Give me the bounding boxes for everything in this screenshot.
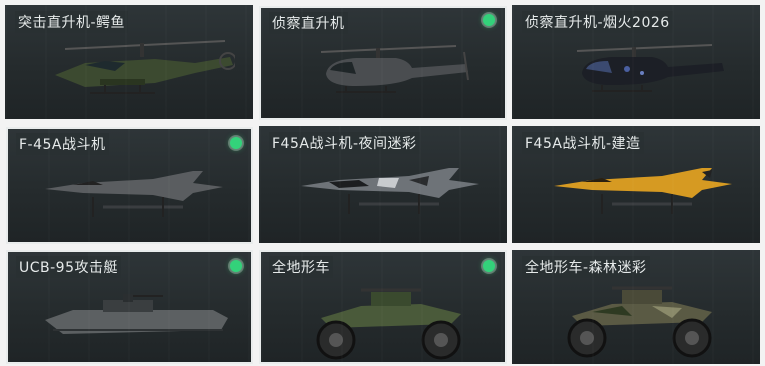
vehicle-card-atv-forest-camo[interactable]: 全地形车-森林迷彩 — [512, 250, 760, 364]
vehicle-card-label: UCB-95攻击艇 — [16, 256, 121, 278]
vehicle-card-label: 全地形车-森林迷彩 — [522, 256, 650, 278]
vehicle-card-label: 侦察直升机-烟火2026 — [522, 11, 673, 33]
vehicle-card-ucb95-attack-boat[interactable]: UCB-95攻击艇 — [6, 250, 253, 364]
scout-helicopter-image — [320, 45, 469, 93]
vehicle-card-f45a-fighter-night-camo[interactable]: F45A战斗机-夜间迷彩 — [259, 126, 507, 243]
owned-indicator-icon — [483, 14, 495, 26]
f45a-fighter-night-camo-image — [301, 168, 479, 214]
vehicle-card-label: F45A战斗机-夜间迷彩 — [269, 132, 420, 154]
vehicle-card-attack-helicopter-crocodile[interactable]: 突击直升机-鳄鱼 — [5, 5, 253, 119]
vehicle-card-f45a-fighter[interactable]: F-45A战斗机 — [6, 127, 253, 244]
atv-image — [316, 288, 461, 360]
vehicle-skin-grid: 突击直升机-鳄鱼 侦察直升机 侦察直升机-烟火2026 F-45A战斗机 F45… — [0, 0, 765, 366]
vehicle-card-label: F45A战斗机-建造 — [522, 132, 644, 154]
vehicle-card-scout-helicopter-fireworks[interactable]: 侦察直升机-烟火2026 — [512, 5, 760, 119]
vehicle-card-label: F-45A战斗机 — [16, 133, 109, 155]
vehicle-card-f45a-fighter-construction[interactable]: F45A战斗机-建造 — [512, 126, 760, 243]
vehicle-card-atv[interactable]: 全地形车 — [259, 250, 507, 364]
vehicle-card-label: 突击直升机-鳄鱼 — [15, 11, 129, 33]
f45a-fighter-construction-image — [554, 168, 732, 214]
owned-indicator-icon — [230, 260, 242, 272]
owned-indicator-icon — [230, 137, 242, 149]
vehicle-card-label: 侦察直升机 — [269, 12, 348, 34]
scout-helicopter-fireworks-image — [576, 44, 724, 92]
attack-boat-image — [45, 294, 228, 334]
atv-forest-camo-image — [567, 286, 712, 358]
vehicle-card-label: 全地形车 — [269, 256, 333, 278]
attack-helicopter-image — [55, 40, 235, 94]
vehicle-card-scout-helicopter[interactable]: 侦察直升机 — [259, 6, 507, 120]
owned-indicator-icon — [483, 260, 495, 272]
f45a-fighter-image — [45, 171, 223, 217]
